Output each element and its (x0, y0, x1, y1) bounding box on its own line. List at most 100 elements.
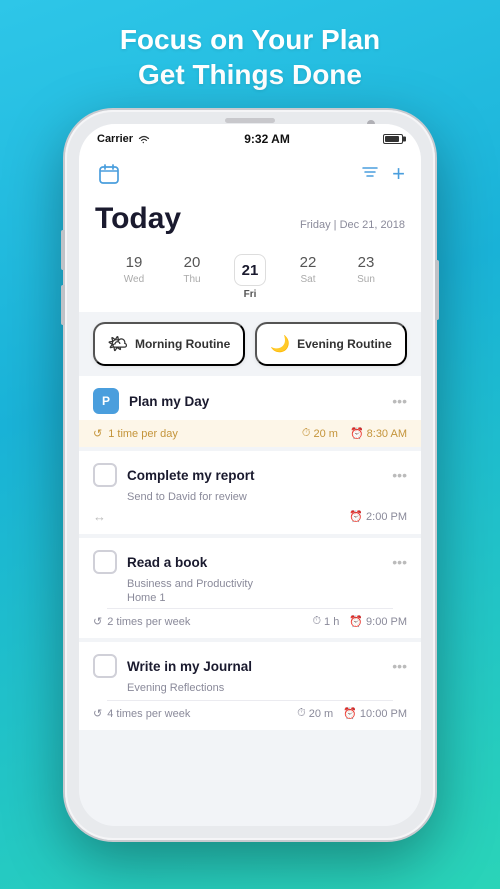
duration-item: ⏱ 1 h (312, 615, 339, 628)
time-icon: ⏰ (343, 707, 357, 720)
app-header: + (79, 152, 421, 198)
freq-left: ↺ 1 time per day (93, 427, 178, 440)
duration-item: ⏱ 20 m (297, 707, 333, 720)
duration-item: ⏱ 20 m (302, 427, 338, 440)
cal-day-name: Fri (244, 289, 257, 300)
evening-icon: 🌙 (270, 334, 290, 354)
freq-label: 2 times per week (107, 616, 190, 628)
cal-day-fri[interactable]: 21 Fri (221, 254, 279, 300)
filter-button[interactable] (360, 162, 380, 187)
duration-label: 20 m (313, 428, 337, 440)
calendar-strip: 19 Wed 20 Thu 21 Fri 22 Sat 23 Sun (79, 248, 421, 312)
time-item: ⏰ 8:30 AM (350, 427, 407, 440)
headline-line2: Get Things Done (120, 57, 380, 92)
status-time: 9:32 AM (244, 132, 290, 146)
cal-day-sun[interactable]: 23 Sun (337, 254, 395, 300)
task-subtitle: Business and Productivity (127, 578, 407, 590)
cal-day-wed[interactable]: 19 Wed (105, 254, 163, 300)
time-label: 9:00 PM (366, 616, 407, 628)
repeat-icon: ↺ (93, 427, 102, 440)
routine-row: 🌤 Morning Routine 🌙 Evening Routine (79, 312, 421, 376)
cal-day-sat[interactable]: 22 Sat (279, 254, 337, 300)
more-options-button[interactable]: ••• (392, 658, 407, 674)
time-icon: ⏰ (349, 615, 363, 628)
freq-right: ⏱ 20 m ⏰ 8:30 AM (302, 427, 407, 440)
plan-freq-row: ↺ 1 time per day ⏱ 20 m ⏰ 8:30 AM (79, 420, 421, 447)
task-meta-right: ⏱ 20 m ⏰ 10:00 PM (297, 707, 407, 720)
task-left: Read a book (93, 550, 207, 574)
task-meta-right: ⏰ 2:00 PM (349, 510, 407, 523)
more-options-button[interactable]: ••• (392, 554, 407, 570)
more-options-button[interactable]: ••• (392, 393, 407, 409)
freq-label: 1 time per day (108, 428, 178, 440)
task-checkbox[interactable] (93, 463, 117, 487)
add-button[interactable]: + (392, 163, 405, 185)
task-meta-row: ↺ 2 times per week ⏱ 1 h ⏰ 9:00 PM (93, 615, 407, 628)
duration-label: 20 m (309, 708, 333, 720)
headline-block: Focus on Your Plan Get Things Done (90, 0, 410, 110)
task-top: Complete my report ••• (93, 463, 407, 487)
time-label: 8:30 AM (367, 428, 407, 440)
morning-icon: 🌤 (108, 334, 128, 354)
task-subtitle: Send to David for review (127, 491, 407, 503)
battery-icon (383, 134, 403, 144)
task-card-plan-my-day: P Plan my Day ••• ↺ 1 time per day ⏱ 2 (79, 376, 421, 447)
date-label: Friday | Dec 21, 2018 (300, 219, 405, 231)
time-icon: ⏰ (350, 427, 364, 440)
task-meta-left: ↺ 4 times per week (93, 707, 190, 720)
header-actions: + (360, 162, 405, 187)
repeat-icon: ↺ (93, 615, 102, 628)
task-top: Write in my Journal ••• (93, 654, 407, 678)
speaker (225, 118, 275, 123)
divider (107, 608, 393, 609)
task-tag: Home 1 (127, 592, 407, 604)
clock-icon: ⏱ (302, 427, 311, 440)
task-checkbox[interactable] (93, 654, 117, 678)
expand-icon: ↔ (93, 509, 106, 524)
task-top: Read a book ••• (93, 550, 407, 574)
phone-frame: Carrier 9:32 AM (65, 110, 435, 840)
headline-line1: Focus on Your Plan (120, 22, 380, 57)
duration-label: 1 h (324, 616, 339, 628)
time-icon: ⏰ (349, 510, 363, 523)
status-bar: Carrier 9:32 AM (79, 124, 421, 152)
task-top-row: P Plan my Day ••• (79, 376, 421, 420)
carrier-label: Carrier (97, 133, 133, 145)
cal-day-name: Sat (300, 274, 315, 285)
cal-day-name: Thu (183, 274, 200, 285)
status-right (383, 134, 403, 144)
evening-routine-label: Evening Routine (297, 337, 392, 351)
repeat-icon: ↺ (93, 707, 102, 720)
task-meta-row: ↺ 4 times per week ⏱ 20 m ⏰ 10:00 PM (93, 707, 407, 720)
task-left: Complete my report (93, 463, 255, 487)
time-label: 10:00 PM (360, 708, 407, 720)
freq-label: 4 times per week (107, 708, 190, 720)
plan-icon: P (93, 388, 119, 414)
cal-day-name: Sun (357, 274, 375, 285)
morning-routine-button[interactable]: 🌤 Morning Routine (93, 322, 245, 366)
time-item: ⏰ 10:00 PM (343, 707, 407, 720)
cal-day-thu[interactable]: 20 Thu (163, 254, 221, 300)
cal-day-num: 23 (358, 254, 375, 271)
time-item: ⏰ 9:00 PM (349, 615, 407, 628)
task-meta-row: ↔ ⏰ 2:00 PM (93, 509, 407, 524)
tasks-list: P Plan my Day ••• ↺ 1 time per day ⏱ 2 (79, 376, 421, 826)
cal-day-name: Wed (124, 274, 144, 285)
task-card-read-book: Read a book ••• Business and Productivit… (79, 538, 421, 638)
wifi-icon (137, 134, 151, 144)
more-options-button[interactable]: ••• (392, 467, 407, 483)
task-checkbox[interactable] (93, 550, 117, 574)
task-title: Read a book (127, 555, 207, 570)
calendar-icon[interactable] (95, 160, 123, 188)
page-title: Today (95, 202, 181, 236)
status-left: Carrier (97, 133, 151, 145)
phone-screen: Carrier 9:32 AM (79, 124, 421, 826)
evening-routine-button[interactable]: 🌙 Evening Routine (255, 322, 407, 366)
morning-routine-label: Morning Routine (135, 337, 230, 351)
title-row: Today Friday | Dec 21, 2018 (79, 198, 421, 248)
task-card-complete-report: Complete my report ••• Send to David for… (79, 451, 421, 534)
divider (107, 700, 393, 701)
task-title: Complete my report (127, 468, 255, 483)
task-meta-right: ⏱ 1 h ⏰ 9:00 PM (312, 615, 407, 628)
clock-icon: ⏱ (312, 615, 321, 628)
